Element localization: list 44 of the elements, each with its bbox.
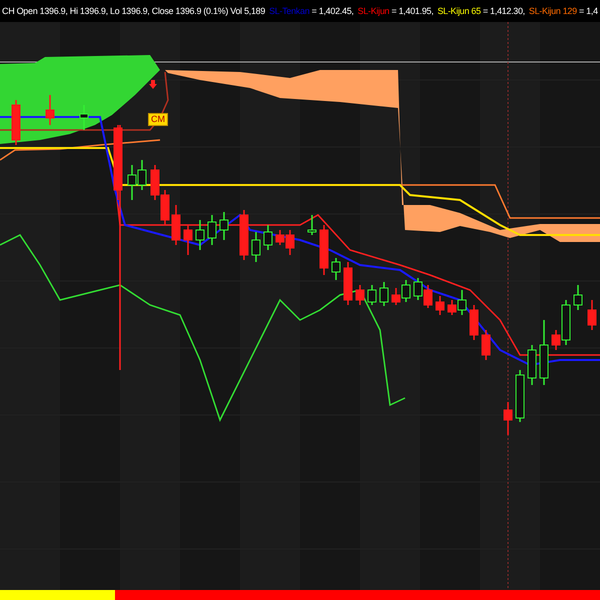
candlestick (46, 95, 54, 125)
quote-text: CH Open 1396.9, Hi 1396.9, Lo 1396.9, Close 1396.9 (0.1%) Vol 5,189 (2, 5, 266, 18)
candlestick (138, 160, 146, 190)
legend-label: SL-Kijun 129 (528, 5, 577, 18)
candlestick (470, 305, 478, 340)
legend-label: SL-Kijun 65 (437, 5, 481, 18)
legend-value: = 1,412.30, (482, 5, 525, 18)
candlestick (128, 165, 136, 200)
candlestick (380, 282, 388, 306)
candlestick (392, 288, 400, 305)
candlestick (220, 212, 228, 240)
candlestick (12, 100, 20, 145)
candlestick (160, 190, 170, 225)
candlestick (402, 280, 410, 302)
candlestick (172, 205, 180, 245)
legend-label: SL-Tenkan (269, 5, 310, 18)
candlestick (208, 215, 216, 245)
candlestick (184, 225, 192, 255)
candlestick (150, 165, 160, 200)
candlestick (516, 370, 524, 422)
candlestick (344, 262, 352, 305)
candlestick (504, 402, 512, 435)
candlestick (574, 285, 582, 310)
candlestick (264, 225, 272, 250)
candlestick (436, 296, 444, 315)
legend-value: = 1,4 (578, 5, 598, 18)
candlestick (308, 215, 316, 235)
candlestick (368, 285, 376, 305)
candlestick (196, 220, 204, 250)
candlestick (424, 285, 432, 308)
chart-marker: CM (148, 113, 168, 126)
legend-label: SL-Kijun (358, 5, 390, 18)
candlestick (588, 300, 596, 330)
candlestick (482, 330, 490, 360)
candlestick (320, 225, 328, 275)
candlestick (240, 210, 248, 260)
legend-value: = 1,401.95, (390, 5, 434, 18)
candlestick (332, 258, 340, 280)
candlestick (252, 232, 260, 262)
arrow-down-icon (149, 80, 157, 89)
legend-value: = 1,402.45, (310, 5, 354, 18)
candlestick (356, 285, 364, 305)
candlestick (80, 105, 88, 130)
candlestick (528, 345, 536, 385)
